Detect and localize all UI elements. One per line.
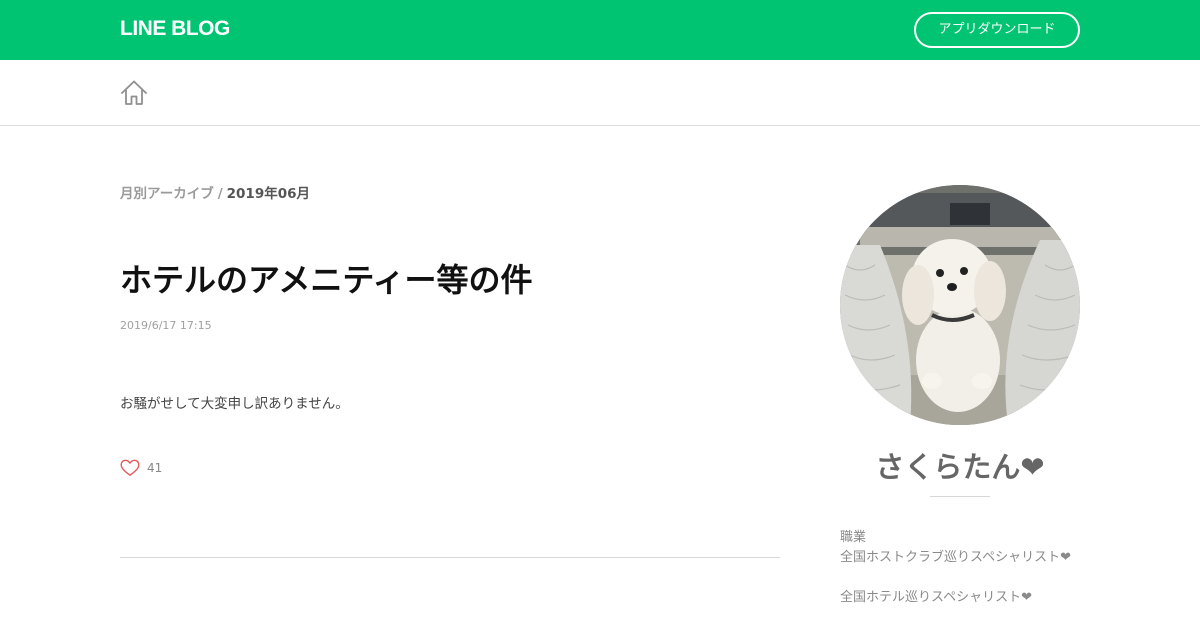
profile-avatar[interactable] [840, 185, 1080, 425]
home-icon [121, 80, 147, 105]
profile-desc-line: 全国ホストクラブ巡りスペシャリスト❤ [840, 550, 1071, 565]
post-date: 2019/6/17 17:15 [120, 319, 212, 332]
post-body: お騒がせして大変申し訳ありません。 [120, 396, 349, 412]
heart-outline-icon[interactable] [120, 459, 140, 477]
breadcrumb: 月別アーカイブ/2019年06月 [120, 185, 310, 203]
profile-name[interactable]: さくらたん❤ [840, 448, 1080, 486]
like-count: 41 [147, 461, 163, 475]
profile-desc-line [840, 568, 1090, 588]
app-download-button[interactable]: アプリダウンロード [914, 12, 1080, 48]
line-blog-logo[interactable]: LINE BLOG [120, 15, 230, 43]
post-title[interactable]: ホテルのアメニティー等の件 [120, 258, 532, 302]
home-button[interactable] [119, 78, 149, 108]
profile-description: 職業 全国ホストクラブ巡りスペシャリスト❤ 全国ホテル巡りスペシャリスト❤ [840, 528, 1090, 608]
breadcrumb-separator: / [217, 186, 223, 202]
breadcrumb-current: 2019年06月 [226, 186, 311, 202]
content-divider [120, 557, 780, 558]
profile-divider [930, 496, 990, 497]
breadcrumb-archive-link[interactable]: 月別アーカイブ [120, 186, 214, 202]
profile-desc-line: 職業 [840, 530, 867, 545]
dog-photo-image [840, 185, 1080, 425]
profile-desc-line: 全国ホテル巡りスペシャリスト❤ [840, 590, 1032, 605]
like-section: 41 [120, 458, 162, 478]
sub-navigation-bar [0, 60, 1200, 126]
